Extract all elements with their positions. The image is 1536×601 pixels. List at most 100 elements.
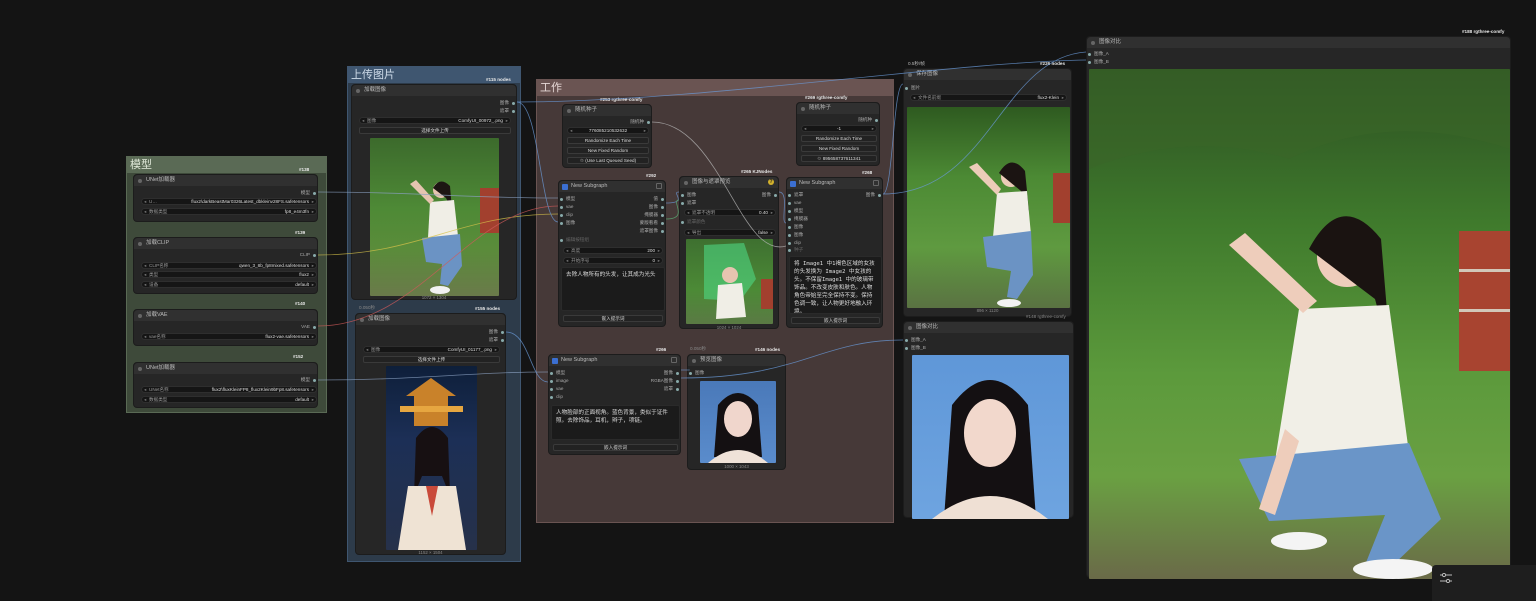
- start-index-widget[interactable]: 开始序号0: [563, 257, 663, 264]
- node-title[interactable]: New Subgraph: [549, 355, 680, 366]
- prompt-textarea[interactable]: 人物脸部的正面视角。蓝色背景，类似于证件照。去除饰品，耳机，辫子，项链。: [551, 405, 680, 440]
- dtype-widget[interactable]: 数据类型default: [141, 396, 317, 403]
- image-widget[interactable]: 图像ComfyUI_01177_.png: [363, 346, 500, 353]
- workflow-canvas[interactable]: 模型 上传图片 #115 nodes 工作 #138 UNet加载器 模型 U……: [0, 0, 1536, 601]
- vae-name-widget[interactable]: vae名称flux2-vae.safetensors: [141, 333, 317, 340]
- node-title[interactable]: UNet加载器: [134, 363, 317, 374]
- unet-name-widget[interactable]: UNet名称flux2\fluxKleinFP8_flux2Klein9bFp8…: [141, 386, 317, 393]
- node-load-clip[interactable]: 加载CLIP CLIP CLIP名称qwen_3_8b_fp8mixed.saf…: [133, 237, 318, 294]
- group-title[interactable]: 模型: [127, 157, 326, 173]
- output-image[interactable]: 图像: [866, 192, 882, 198]
- input-images[interactable]: 图片: [904, 85, 920, 91]
- node-title[interactable]: UNet加载器: [134, 175, 317, 186]
- input-model[interactable]: 模型: [559, 196, 575, 202]
- input-image-b[interactable]: 图像_B: [1087, 59, 1109, 65]
- output-vae[interactable]: VAE: [301, 324, 317, 330]
- input-clip[interactable]: clip: [559, 212, 573, 218]
- node-seed-2[interactable]: 随机种子 随机种 -1 Randomize Each Time New Fixe…: [796, 102, 880, 166]
- input-image-b[interactable]: 图像_B: [904, 345, 926, 351]
- output-mask-view[interactable]: 蒙版看看: [640, 220, 665, 226]
- subgraph-icon[interactable]: [671, 357, 677, 363]
- node-title[interactable]: 保存图像: [904, 69, 1071, 80]
- node-title[interactable]: 预览图像: [688, 355, 785, 366]
- node-title[interactable]: New Subgraph: [559, 181, 665, 192]
- sliders-icon[interactable]: [1440, 573, 1452, 583]
- output-seed[interactable]: 随机种: [858, 117, 879, 123]
- subgraph-icon[interactable]: [873, 180, 879, 186]
- node-title[interactable]: New Subgraph: [787, 178, 882, 189]
- output-image[interactable]: 图像: [664, 370, 680, 376]
- output-seed[interactable]: 随机种: [630, 119, 651, 125]
- input-image-a[interactable]: 图像_A: [1087, 51, 1109, 57]
- question-icon[interactable]: ?: [768, 179, 774, 185]
- node-title[interactable]: 随机种子: [797, 103, 879, 114]
- seed-widget[interactable]: -1: [801, 125, 877, 132]
- node-subgraph-1[interactable]: New Subgraph 模型 vae clip 图像 值 图像 掩膜器 蒙版看…: [558, 180, 666, 327]
- input-masker[interactable]: 掩膜器: [787, 216, 808, 222]
- node-preview-image[interactable]: 预览图像 图像 1000 × 1043: [687, 354, 786, 470]
- node-load-image-1[interactable]: 加载图像 图像 遮罩 图像ComfyUI_00972_.png 选择文件上传 1…: [351, 84, 517, 300]
- filename-prefix-widget[interactable]: 文件名前缀flux2-Klein: [910, 94, 1067, 101]
- node-title[interactable]: 加载图像: [352, 85, 516, 96]
- node-title[interactable]: 图像对比: [904, 322, 1073, 333]
- input-vae[interactable]: vae: [787, 200, 801, 206]
- disabled-seed-input[interactable]: 种子: [787, 247, 803, 253]
- node-title[interactable]: 图像与遮罩预览: [680, 177, 778, 188]
- clip-name-widget[interactable]: CLIP名称qwen_3_8b_fp8mixed.safetensors: [141, 262, 317, 269]
- input-clip[interactable]: clip: [549, 394, 563, 400]
- output-mask[interactable]: 遮罩: [664, 386, 680, 392]
- node-seed-1[interactable]: 随机种子 随机种 776085210532632 Randomize Each …: [562, 104, 652, 168]
- input-vae[interactable]: vae: [549, 386, 563, 392]
- input-image[interactable]: 图像: [688, 370, 704, 376]
- input-image-1[interactable]: 图像: [787, 224, 803, 230]
- output-image[interactable]: 图像: [500, 100, 516, 106]
- embed-prompt-button[interactable]: 嵌入提示词: [563, 315, 663, 322]
- node-title[interactable]: 图像对比: [1087, 37, 1510, 48]
- randomize-button[interactable]: Randomize Each Time: [801, 135, 877, 142]
- export-widget[interactable]: 导出false: [684, 229, 776, 236]
- node-title[interactable]: 加载VAE: [134, 310, 317, 321]
- fixed-random-button[interactable]: New Fixed Random: [801, 145, 877, 152]
- output-value[interactable]: 值: [653, 196, 665, 202]
- input-vae[interactable]: vae: [559, 204, 573, 210]
- node-subgraph-2[interactable]: New Subgraph 遮罩 vae 模型 掩膜器 图像 图像 clip 种子…: [786, 177, 883, 328]
- input-mask[interactable]: 遮罩: [680, 200, 696, 206]
- output-model[interactable]: 模型: [301, 377, 317, 383]
- input-model[interactable]: 模型: [549, 370, 565, 376]
- upload-button[interactable]: 选择文件上传: [363, 356, 500, 363]
- node-title[interactable]: 加载CLIP: [134, 238, 317, 249]
- node-save-image[interactable]: 保存图像 图片 文件名前缀flux2-Klein 896 × 1120: [903, 68, 1072, 317]
- output-mask[interactable]: 遮罩: [500, 108, 516, 114]
- height-widget[interactable]: 高度200: [563, 247, 663, 254]
- node-unet-loader-2[interactable]: UNet加载器 模型 UNet名称flux2\fluxKleinFP8_flux…: [133, 362, 318, 408]
- node-image-compare-2[interactable]: 图像对比 图像_A 图像_B: [1086, 36, 1511, 579]
- output-image[interactable]: 图像: [489, 329, 505, 335]
- output-mask[interactable]: 遮罩: [489, 337, 505, 343]
- seed-widget[interactable]: 776085210532632: [567, 127, 649, 134]
- clip-type-widget[interactable]: 类型flux2: [141, 271, 317, 278]
- node-title[interactable]: 加载图像: [356, 314, 505, 325]
- upload-button[interactable]: 选择文件上传: [359, 127, 511, 134]
- input-image[interactable]: image: [549, 378, 569, 384]
- dtype-widget[interactable]: 数据类型fp8_e4m3fn: [141, 208, 317, 215]
- input-model[interactable]: 模型: [787, 208, 803, 214]
- output-masker[interactable]: 掩膜器: [644, 212, 665, 218]
- last-seed-button[interactable]: ♲ 895658737611341: [801, 155, 877, 162]
- node-image-compare-1[interactable]: 图像对比 图像_A 图像_B: [903, 321, 1074, 519]
- disabled-input[interactable]: 编辑按钮组: [559, 237, 589, 243]
- prompt-textarea[interactable]: 将 Image1 中1褐色区域的女孩的头发换为 Image2 中女孩的头。不保留…: [789, 256, 882, 314]
- output-model[interactable]: 模型: [301, 190, 317, 196]
- last-seed-button[interactable]: ♲ (Use Last Queued Seed): [567, 157, 649, 164]
- embed-prompt-button[interactable]: 嵌入提示词: [791, 317, 880, 324]
- mask-color-input[interactable]: 遮罩颜色: [680, 219, 705, 225]
- node-load-vae[interactable]: 加载VAE VAE vae名称flux2-vae.safetensors: [133, 309, 318, 346]
- output-image[interactable]: 图像: [649, 204, 665, 210]
- image-widget[interactable]: 图像ComfyUI_00972_.png: [359, 117, 511, 124]
- input-image-2[interactable]: 图像: [787, 232, 803, 238]
- input-image-a[interactable]: 图像_A: [904, 337, 926, 343]
- output-image[interactable]: 图像: [762, 192, 778, 198]
- node-title[interactable]: 随机种子: [563, 105, 651, 116]
- subgraph-icon[interactable]: [656, 183, 662, 189]
- mask-opacity-widget[interactable]: 遮罩不透明0.40: [684, 209, 776, 216]
- node-subgraph-3[interactable]: New Subgraph 模型 image vae clip 图像 RGBA图像…: [548, 354, 681, 455]
